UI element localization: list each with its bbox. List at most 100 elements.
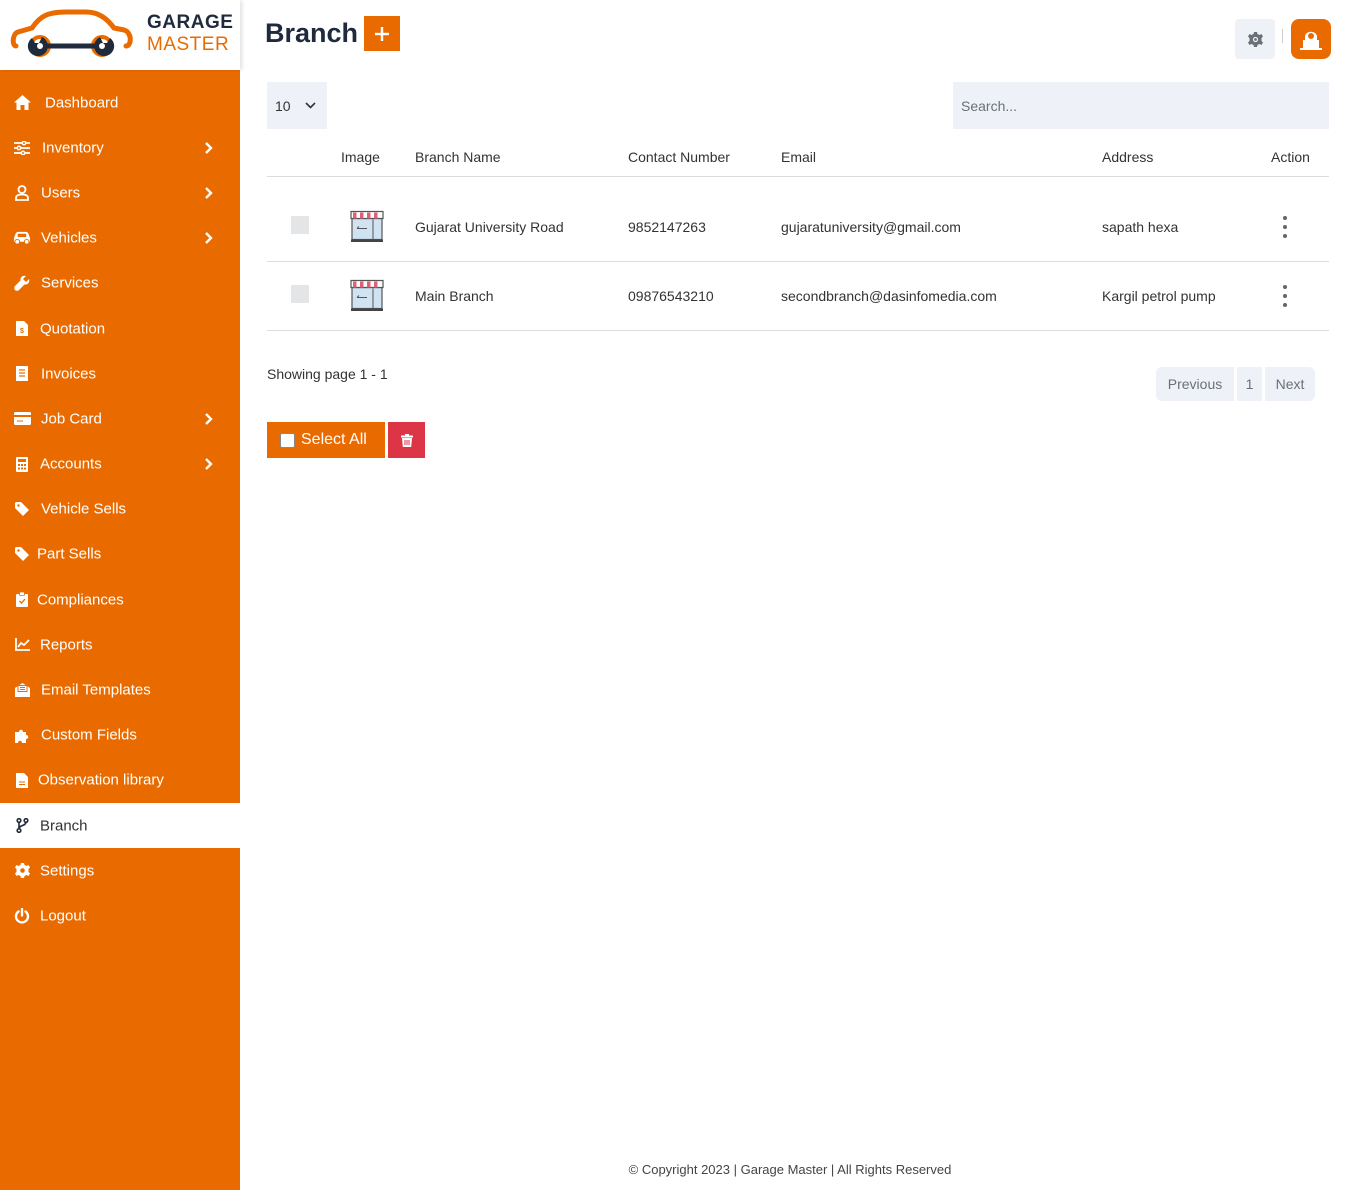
sidebar-item-label: Job Card xyxy=(41,410,102,428)
gear-icon xyxy=(1247,31,1263,47)
store-icon xyxy=(349,208,385,247)
tag-icon xyxy=(13,500,31,518)
sliders-icon xyxy=(13,139,31,157)
add-branch-button[interactable] xyxy=(364,16,400,51)
sidebar-item-branch[interactable]: Branch xyxy=(0,803,240,849)
chevron-right-icon xyxy=(205,187,213,199)
sidebar-item-label: Quotation xyxy=(40,320,106,338)
sidebar-item-reports[interactable]: Reports xyxy=(0,622,240,667)
search-input[interactable] xyxy=(953,82,1329,129)
sidebar-item-label: Branch xyxy=(40,817,88,835)
column-header-email: Email xyxy=(781,149,817,165)
sidebar-item-users[interactable]: Users xyxy=(0,170,240,215)
sidebar-item-quotation[interactable]: $ Quotation xyxy=(0,306,240,351)
brand-logo[interactable]: GARAGE MASTER xyxy=(0,0,240,70)
trash-icon xyxy=(400,433,413,447)
car-wrench-logo-icon xyxy=(10,9,133,57)
sidebar-item-dashboard[interactable]: Dashboard xyxy=(0,80,240,125)
branch-name: Main Branch xyxy=(415,288,494,304)
sidebar-item-label: Dashboard xyxy=(45,94,119,112)
email: secondbranch@dasinfomedia.com xyxy=(781,288,997,304)
sidebar-item-label: Logout xyxy=(40,907,86,925)
sidebar-item-label: Compliances xyxy=(37,591,124,609)
sidebar-item-vehicle-sells[interactable]: Vehicle Sells xyxy=(0,487,240,532)
user-icon xyxy=(13,184,31,202)
sidebar-item-label: Services xyxy=(41,274,99,292)
settings-button[interactable] xyxy=(1235,19,1275,59)
branch-name: Gujarat University Road xyxy=(415,219,564,235)
brand-text: GARAGE MASTER xyxy=(147,12,233,56)
sidebar-item-services[interactable]: Services xyxy=(0,261,240,306)
next-page-button[interactable]: Next xyxy=(1265,367,1315,401)
brand-line2: MASTER xyxy=(147,34,230,55)
page-1-button[interactable]: 1 xyxy=(1237,367,1262,401)
sidebar-item-observation-library[interactable]: Observation library xyxy=(0,758,240,803)
sidebar-item-label: Part Sells xyxy=(37,545,102,563)
credit-card-icon xyxy=(13,410,31,428)
pagination-info: Showing page 1 - 1 xyxy=(267,366,388,382)
header-divider xyxy=(1282,29,1283,43)
user-avatar[interactable] xyxy=(1291,19,1331,59)
sidebar-item-settings[interactable]: Settings xyxy=(0,848,240,893)
sidebar-item-label: Settings xyxy=(40,862,95,880)
row-actions-menu-icon[interactable] xyxy=(1279,285,1291,307)
sidebar-item-job-card[interactable]: Job Card xyxy=(0,396,240,441)
receipt-icon xyxy=(13,365,31,383)
envelope-open-icon xyxy=(13,681,31,699)
sidebar-item-label: Invoices xyxy=(41,365,97,383)
previous-page-button[interactable]: Previous xyxy=(1156,367,1234,401)
select-all-button[interactable]: Select All xyxy=(267,422,385,458)
brand-line1: GARAGE xyxy=(147,12,234,33)
sidebar-item-label: Vehicle Sells xyxy=(41,500,127,518)
home-icon xyxy=(13,94,31,112)
sidebar-item-logout[interactable]: Logout xyxy=(0,893,240,938)
address: Kargil petrol pump xyxy=(1102,288,1216,304)
page-length-select[interactable]: 10 xyxy=(267,82,327,129)
sidebar: GARAGE MASTER Dashboard Inventory Users xyxy=(0,0,240,1190)
sidebar-item-label: Reports xyxy=(40,636,93,654)
address: sapath hexa xyxy=(1102,219,1179,235)
sidebar-item-compliances[interactable]: Compliances xyxy=(0,577,240,622)
row-checkbox[interactable] xyxy=(291,285,309,303)
sidebar-item-label: Users xyxy=(41,184,81,202)
row-checkbox[interactable] xyxy=(291,216,309,234)
power-icon xyxy=(13,907,31,925)
table-row: Main Branch 09876543210 secondbranch@das… xyxy=(267,262,1329,331)
car-icon xyxy=(13,229,31,247)
chevron-right-icon xyxy=(205,458,213,470)
branch-table: Image Branch Name Contact Number Email A… xyxy=(267,140,1329,331)
table-header: Image Branch Name Contact Number Email A… xyxy=(267,140,1329,177)
delete-selected-button[interactable] xyxy=(388,422,425,458)
plus-icon xyxy=(375,26,389,41)
tag-icon xyxy=(13,545,31,563)
sidebar-item-label: Custom Fields xyxy=(41,726,137,744)
sidebar-item-custom-fields[interactable]: Custom Fields xyxy=(0,713,240,758)
sidebar-item-inventory[interactable]: Inventory xyxy=(0,125,240,170)
page-title: Branch xyxy=(265,18,359,48)
row-actions-menu-icon[interactable] xyxy=(1279,216,1291,238)
sidebar-item-invoices[interactable]: Invoices xyxy=(0,351,240,396)
sidebar-item-label: Observation library xyxy=(38,771,164,789)
sidebar-item-accounts[interactable]: Accounts xyxy=(0,442,240,487)
sidebar-item-email-templates[interactable]: Email Templates xyxy=(0,667,240,712)
column-header-address: Address xyxy=(1102,149,1154,165)
sidebar-item-label: Vehicles xyxy=(41,229,97,247)
wrench-icon xyxy=(13,274,31,292)
chevron-right-icon xyxy=(205,413,213,425)
column-header-contact-number: Contact Number xyxy=(628,149,730,165)
user-at-desk-icon xyxy=(1300,31,1322,50)
sidebar-item-vehicles[interactable]: Vehicles xyxy=(0,216,240,261)
store-icon xyxy=(349,277,385,316)
select-all-label: Select All xyxy=(301,431,367,448)
chevron-right-icon xyxy=(205,232,213,245)
select-all-checkbox[interactable] xyxy=(280,432,295,448)
sidebar-item-label: Email Templates xyxy=(41,681,151,699)
file-icon xyxy=(13,771,31,789)
email: gujaratuniversity@gmail.com xyxy=(781,219,961,235)
sidebar-item-part-sells[interactable]: Part Sells xyxy=(0,532,240,577)
footer-copyright: © Copyright 2023 | Garage Master | All R… xyxy=(628,1162,952,1177)
chevron-down-icon xyxy=(305,102,316,109)
sidebar-item-label: Accounts xyxy=(40,455,102,473)
contact-number: 09876543210 xyxy=(628,288,714,304)
app: GARAGE MASTER Dashboard Inventory Users xyxy=(0,0,1366,1190)
